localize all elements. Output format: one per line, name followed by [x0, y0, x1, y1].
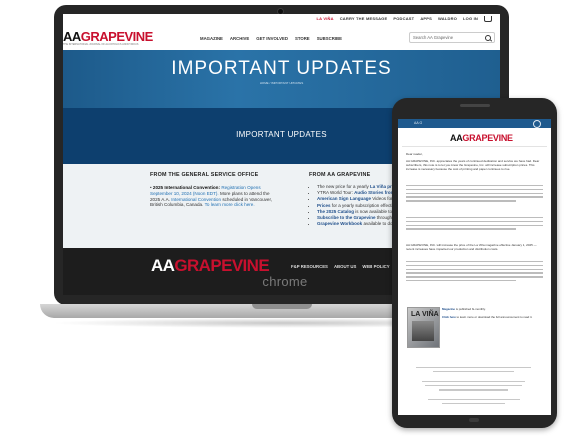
click-here-link[interactable]: Click here	[442, 315, 456, 319]
logo-grapevine: GRAPEVINE	[80, 29, 154, 44]
phone-text-block	[406, 185, 543, 204]
footer-logo[interactable]: AAGRAPEVINE	[151, 256, 270, 275]
apps-link[interactable]: APPS	[420, 16, 432, 22]
login-link[interactable]: LOG IN	[463, 16, 478, 22]
nav-subscribe[interactable]: SUBSCRIBE	[317, 36, 342, 41]
footer-links: F&P RESOURCES ABOUT US WEB POLICY CONT	[291, 264, 408, 269]
carry-message-link[interactable]: CARRY THE MESSAGE	[340, 16, 388, 22]
prices-link[interactable]: Prices	[317, 203, 331, 208]
nav-archive[interactable]: ARCHIVE	[230, 36, 249, 41]
phone-footer-text	[416, 381, 531, 394]
phone-text-block	[406, 261, 543, 284]
nav-get-involved[interactable]: GET INVOLVED	[256, 36, 288, 41]
phone-footer-text	[416, 399, 531, 407]
subscribe-link[interactable]: Subscribe to the Grapevine	[317, 215, 376, 220]
la-vina-link[interactable]: LA VIÑA	[316, 16, 333, 22]
phone-paragraph-1: AA GRAPEVINE, INC. appreciates the years…	[406, 159, 540, 171]
waldro-link[interactable]: WALDRO	[438, 16, 457, 22]
phone-header-text: AA G	[414, 121, 423, 125]
nav-magazine[interactable]: MAGAZINE	[200, 36, 223, 41]
workbook-link[interactable]: Grapevine Workbook	[317, 221, 362, 226]
phone-header: AA G	[398, 119, 551, 128]
phone-screen: AA G AAGRAPEVINE Dear reader, AA GRAPEVI…	[398, 119, 551, 415]
main-nav: MAGAZINE ARCHIVE GET INVOLVED STORE SUBS…	[200, 36, 342, 41]
phone-paragraph-2: AA GRAPEVINE, INC. will increase the pri…	[406, 243, 537, 251]
phone-logo[interactable]: AAGRAPEVINE	[450, 133, 513, 143]
chrome-label: chrome	[262, 274, 308, 289]
product-mockup: LA VIÑA CARRY THE MESSAGE PODCAST APPS W…	[0, 0, 579, 436]
site-logo[interactable]: AAGRAPEVINE	[63, 30, 153, 43]
catalog-link[interactable]: The 2025 Catalog	[317, 209, 354, 214]
phone-logo-grapevine: GRAPEVINE	[462, 133, 513, 143]
learn-more-link[interactable]: To learn more click here.	[205, 202, 255, 207]
logo-aa: AA	[63, 29, 81, 44]
utility-bar: LA VIÑA CARRY THE MESSAGE PODCAST APPS W…	[63, 14, 500, 24]
nav-store[interactable]: STORE	[295, 36, 310, 41]
grapevine-heading: FROM AA GRAPEVINE	[309, 172, 371, 178]
phone-footer-text	[416, 367, 531, 375]
gso-heading: FROM THE GENERAL SERVICE OFFICE	[150, 172, 259, 178]
logo-tagline: THE INTERNATIONAL JOURNAL OF ALCOHOLICS …	[63, 43, 139, 46]
footer-resources-link[interactable]: F&P RESOURCES	[291, 264, 328, 269]
asl-link[interactable]: American Sign Language	[317, 196, 371, 201]
phone-menu-icon[interactable]	[533, 120, 541, 128]
magazine-description: Magazine is published bi-monthly. Click …	[442, 307, 533, 319]
phone-logo-aa: AA	[450, 133, 463, 143]
phone-device: AA G AAGRAPEVINE Dear reader, AA GRAPEVI…	[392, 98, 557, 428]
search-icon[interactable]	[485, 34, 491, 41]
phone-greeting: Dear reader,	[406, 152, 423, 156]
search-placeholder: Search AA Grapevine	[413, 35, 454, 40]
magazine-cover[interactable]: LA VIÑA	[407, 307, 440, 348]
breadcrumb[interactable]: HOME / IMPORTANT UPDATES	[63, 81, 500, 85]
speaker-icon	[460, 104, 490, 107]
search-input[interactable]: Search AA Grapevine	[409, 32, 495, 43]
convention-link[interactable]: International Convention	[171, 197, 221, 202]
page-title: IMPORTANT UPDATES	[171, 58, 392, 79]
magazine-cover-image	[412, 321, 434, 341]
footer-web-policy-link[interactable]: WEB POLICY	[362, 264, 389, 269]
phone-text-block	[406, 217, 543, 232]
footer-logo-grapevine: GRAPEVINE	[174, 256, 270, 275]
utility-links: LA VIÑA CARRY THE MESSAGE PODCAST APPS W…	[316, 16, 492, 22]
gso-update: • 2025 International Convention: Registr…	[150, 185, 273, 208]
podcast-link[interactable]: PODCAST	[393, 16, 414, 22]
home-button[interactable]	[469, 418, 479, 422]
main-navbar: AAGRAPEVINE THE INTERNATIONAL JOURNAL OF…	[63, 24, 500, 51]
magazine-cover-title: LA VIÑA	[411, 311, 439, 318]
laptop-notch	[252, 304, 312, 309]
divider	[402, 146, 547, 147]
magazine-link[interactable]: Magazine	[442, 307, 455, 311]
convention-label: 2025 International Convention:	[152, 185, 221, 190]
cart-icon[interactable]	[484, 16, 492, 22]
footer-about-link[interactable]: ABOUT US	[334, 264, 356, 269]
footer-logo-aa: AA	[151, 256, 175, 275]
